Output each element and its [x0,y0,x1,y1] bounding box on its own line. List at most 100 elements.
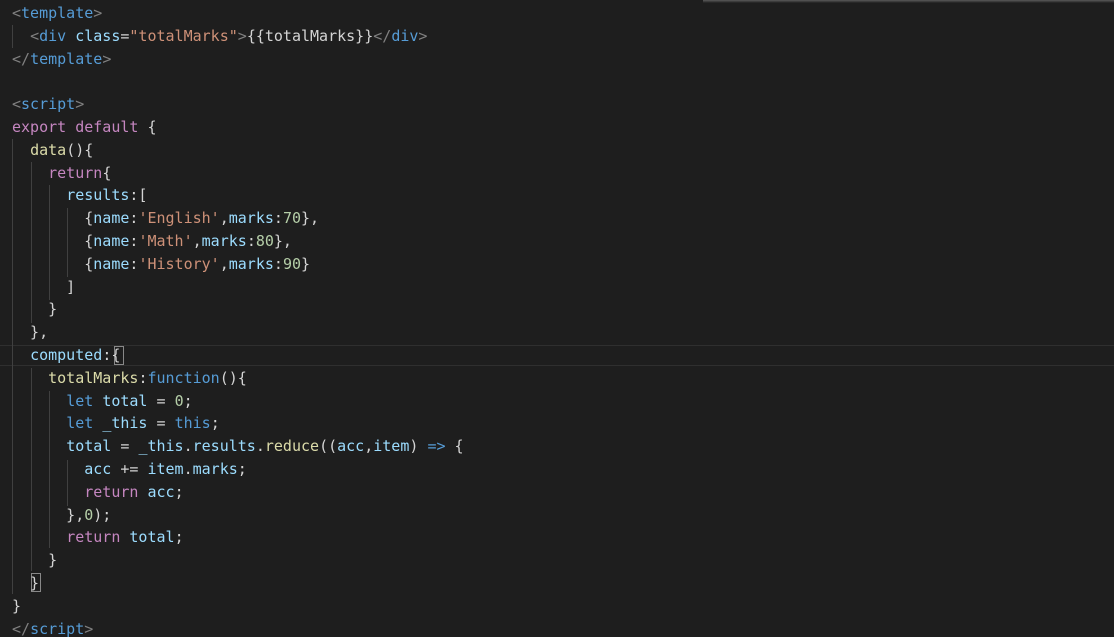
code-token: total [102,391,148,410]
code-token: < [30,26,40,45]
code-line[interactable]: <script> [12,93,84,116]
code-editor[interactable]: <template> <div class="totalMarks">{{tot… [0,0,1114,637]
code-line[interactable]: </template> [12,48,111,71]
code-token: } [12,551,58,570]
code-line[interactable]: return{ [12,162,111,185]
code-token: return [48,163,103,182]
code-token: :{ [102,346,121,364]
code-line[interactable]: computed:{ [12,344,120,367]
code-token: name [93,209,130,228]
code-token: = [147,414,175,433]
code-token: 0 [84,505,94,524]
code-token: </ [373,26,392,45]
code-token: , [219,209,229,228]
code-line[interactable]: let _this = this; [12,412,220,435]
code-line[interactable]: } [12,298,57,321]
code-token: ; [183,391,193,410]
code-line[interactable]: {name:'English',marks:70}, [12,207,319,230]
code-token: > [102,49,112,68]
code-token: function [147,368,220,387]
code-token: acc [147,482,175,501]
code-token: :[ [129,186,148,205]
code-token: = [147,391,175,410]
code-line[interactable]: }, [12,321,48,344]
code-token: ; [174,528,184,547]
code-token: 90 [282,254,301,273]
code-token: , [192,232,202,250]
code-token: , [364,437,374,456]
code-token: let [66,391,94,410]
code-line[interactable]: return total; [12,526,184,549]
code-token: template [30,49,103,68]
code-token: marks [201,232,247,250]
code-token: (){ [219,368,247,387]
code-token: { [138,118,157,136]
code-line[interactable]: let total = 0; [12,390,193,413]
code-line[interactable]: } [12,549,57,572]
code-line[interactable]: {name:'Math',marks:80}, [12,230,292,253]
code-token: data [30,140,67,159]
code-line[interactable]: },0); [12,504,111,527]
code-token: }, [12,505,85,524]
code-line[interactable]: </script> [12,618,93,637]
code-line[interactable]: results:[ [12,184,147,207]
code-token: }, [273,232,292,250]
code-token: < [12,4,22,22]
code-token: > [75,95,85,114]
code-token: div [391,26,419,45]
code-token: (){ [66,140,94,159]
code-token: default [75,118,139,136]
code-token: (( [319,437,338,456]
code-token: this [174,414,211,433]
code-line[interactable]: total = _this.results.reduce((acc,item) … [12,435,463,458]
code-line[interactable]: } [12,572,39,595]
code-token: > [418,26,428,45]
code-token: < [12,95,22,114]
code-token: ; [174,482,184,501]
code-token: 'History' [138,254,220,273]
code-token: return [84,482,139,501]
code-token: acc [337,437,365,456]
code-token: { [102,163,112,182]
code-line[interactable]: {name:'History',marks:90} [12,253,310,276]
code-line[interactable]: ] [12,276,75,299]
code-token: . [183,460,193,478]
code-token: > [84,619,94,637]
code-token: item [373,437,410,456]
code-token: } [12,596,22,615]
code-line[interactable]: <div class="totalMarks">{{totalMarks}}</… [12,25,427,48]
code-line[interactable]: } [12,595,21,618]
code-line[interactable]: data(){ [12,139,93,162]
code-line[interactable]: totalMarks:function(){ [12,367,247,390]
code-token: 80 [255,232,274,250]
code-line[interactable]: return acc; [12,481,184,504]
code-token: template [21,4,94,22]
code-token: </ [12,49,31,68]
code-token: 0 [174,391,184,410]
code-token: = [111,437,139,456]
code-token: export [12,118,67,136]
code-token: totalMarks [48,368,139,387]
code-token: let [66,414,94,433]
code-line[interactable]: export default { [12,116,157,139]
code-token: } [12,574,40,592]
code-token: , [219,254,229,273]
code-token: _this [138,437,184,456]
code-token: 'English' [138,209,220,228]
code-token: "totalMarks" [129,26,238,45]
code-token: script [30,619,85,637]
code-line[interactable]: <template> [12,2,102,25]
code-token: script [21,95,76,114]
code-token: => [427,437,446,456]
code-token: }, [301,209,320,228]
code-line[interactable]: acc += item.marks; [12,458,247,481]
